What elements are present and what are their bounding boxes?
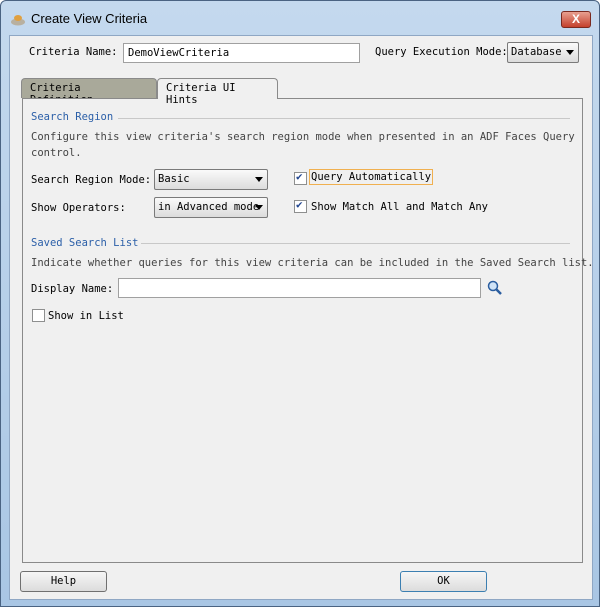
criteria-name-label: Criteria Name: — [29, 46, 118, 58]
app-icon — [11, 15, 25, 26]
show-operators-select[interactable]: in Advanced mode — [154, 197, 268, 218]
dialog-window: Create View Criteria X Criteria Name: De… — [0, 0, 600, 607]
show-in-list-checkbox[interactable] — [32, 309, 45, 322]
ui-hints-panel: Search Region Configure this view criter… — [22, 98, 594, 563]
tab-criteria-ui-hints[interactable]: Criteria UI Hints — [157, 78, 278, 106]
divider — [118, 118, 570, 119]
chevron-down-icon — [255, 205, 263, 210]
show-in-list-label[interactable]: Show in List — [48, 310, 124, 322]
help-button[interactable]: Help — [20, 571, 107, 592]
query-automatically-label[interactable]: Query Automatically — [309, 169, 434, 185]
display-name-label: Display Name: — [31, 283, 114, 295]
ok-button[interactable]: OK — [400, 571, 487, 592]
search-region-mode-label: Search Region Mode: — [31, 174, 152, 186]
search-region-mode-select[interactable]: Basic — [154, 169, 268, 190]
query-mode-value: Database — [511, 46, 562, 58]
query-mode-label: Query Execution Mode: — [375, 46, 508, 58]
show-operators-label: Show Operators: — [31, 202, 126, 214]
saved-search-description: Indicate whether queries for this view c… — [31, 257, 594, 269]
search-region-description-2: control. — [31, 147, 82, 159]
search-region-description: Configure this view criteria's search re… — [31, 131, 575, 143]
match-all-any-checkbox[interactable] — [294, 198, 307, 213]
match-all-any-label[interactable]: Show Match All and Match Any — [311, 201, 488, 213]
search-icon[interactable] — [487, 280, 503, 296]
criteria-name-input[interactable]: DemoViewCriteria — [123, 43, 360, 63]
window-title: Create View Criteria — [31, 11, 148, 26]
search-region-heading: Search Region — [31, 111, 114, 123]
chevron-down-icon — [255, 177, 263, 182]
show-operators-value: in Advanced mode — [158, 201, 260, 213]
dialog-body: Criteria Name: DemoViewCriteria Query Ex… — [9, 35, 594, 600]
divider — [141, 243, 570, 244]
tab-criteria-definition[interactable]: Criteria Definition — [21, 78, 157, 106]
query-mode-select[interactable]: Database — [507, 42, 579, 63]
query-automatically-checkbox[interactable] — [294, 170, 307, 185]
saved-search-heading: Saved Search List — [31, 237, 139, 249]
close-button[interactable]: X — [561, 11, 591, 28]
display-name-input[interactable] — [118, 278, 481, 298]
chevron-down-icon — [566, 50, 574, 55]
search-region-mode-value: Basic — [158, 173, 190, 185]
